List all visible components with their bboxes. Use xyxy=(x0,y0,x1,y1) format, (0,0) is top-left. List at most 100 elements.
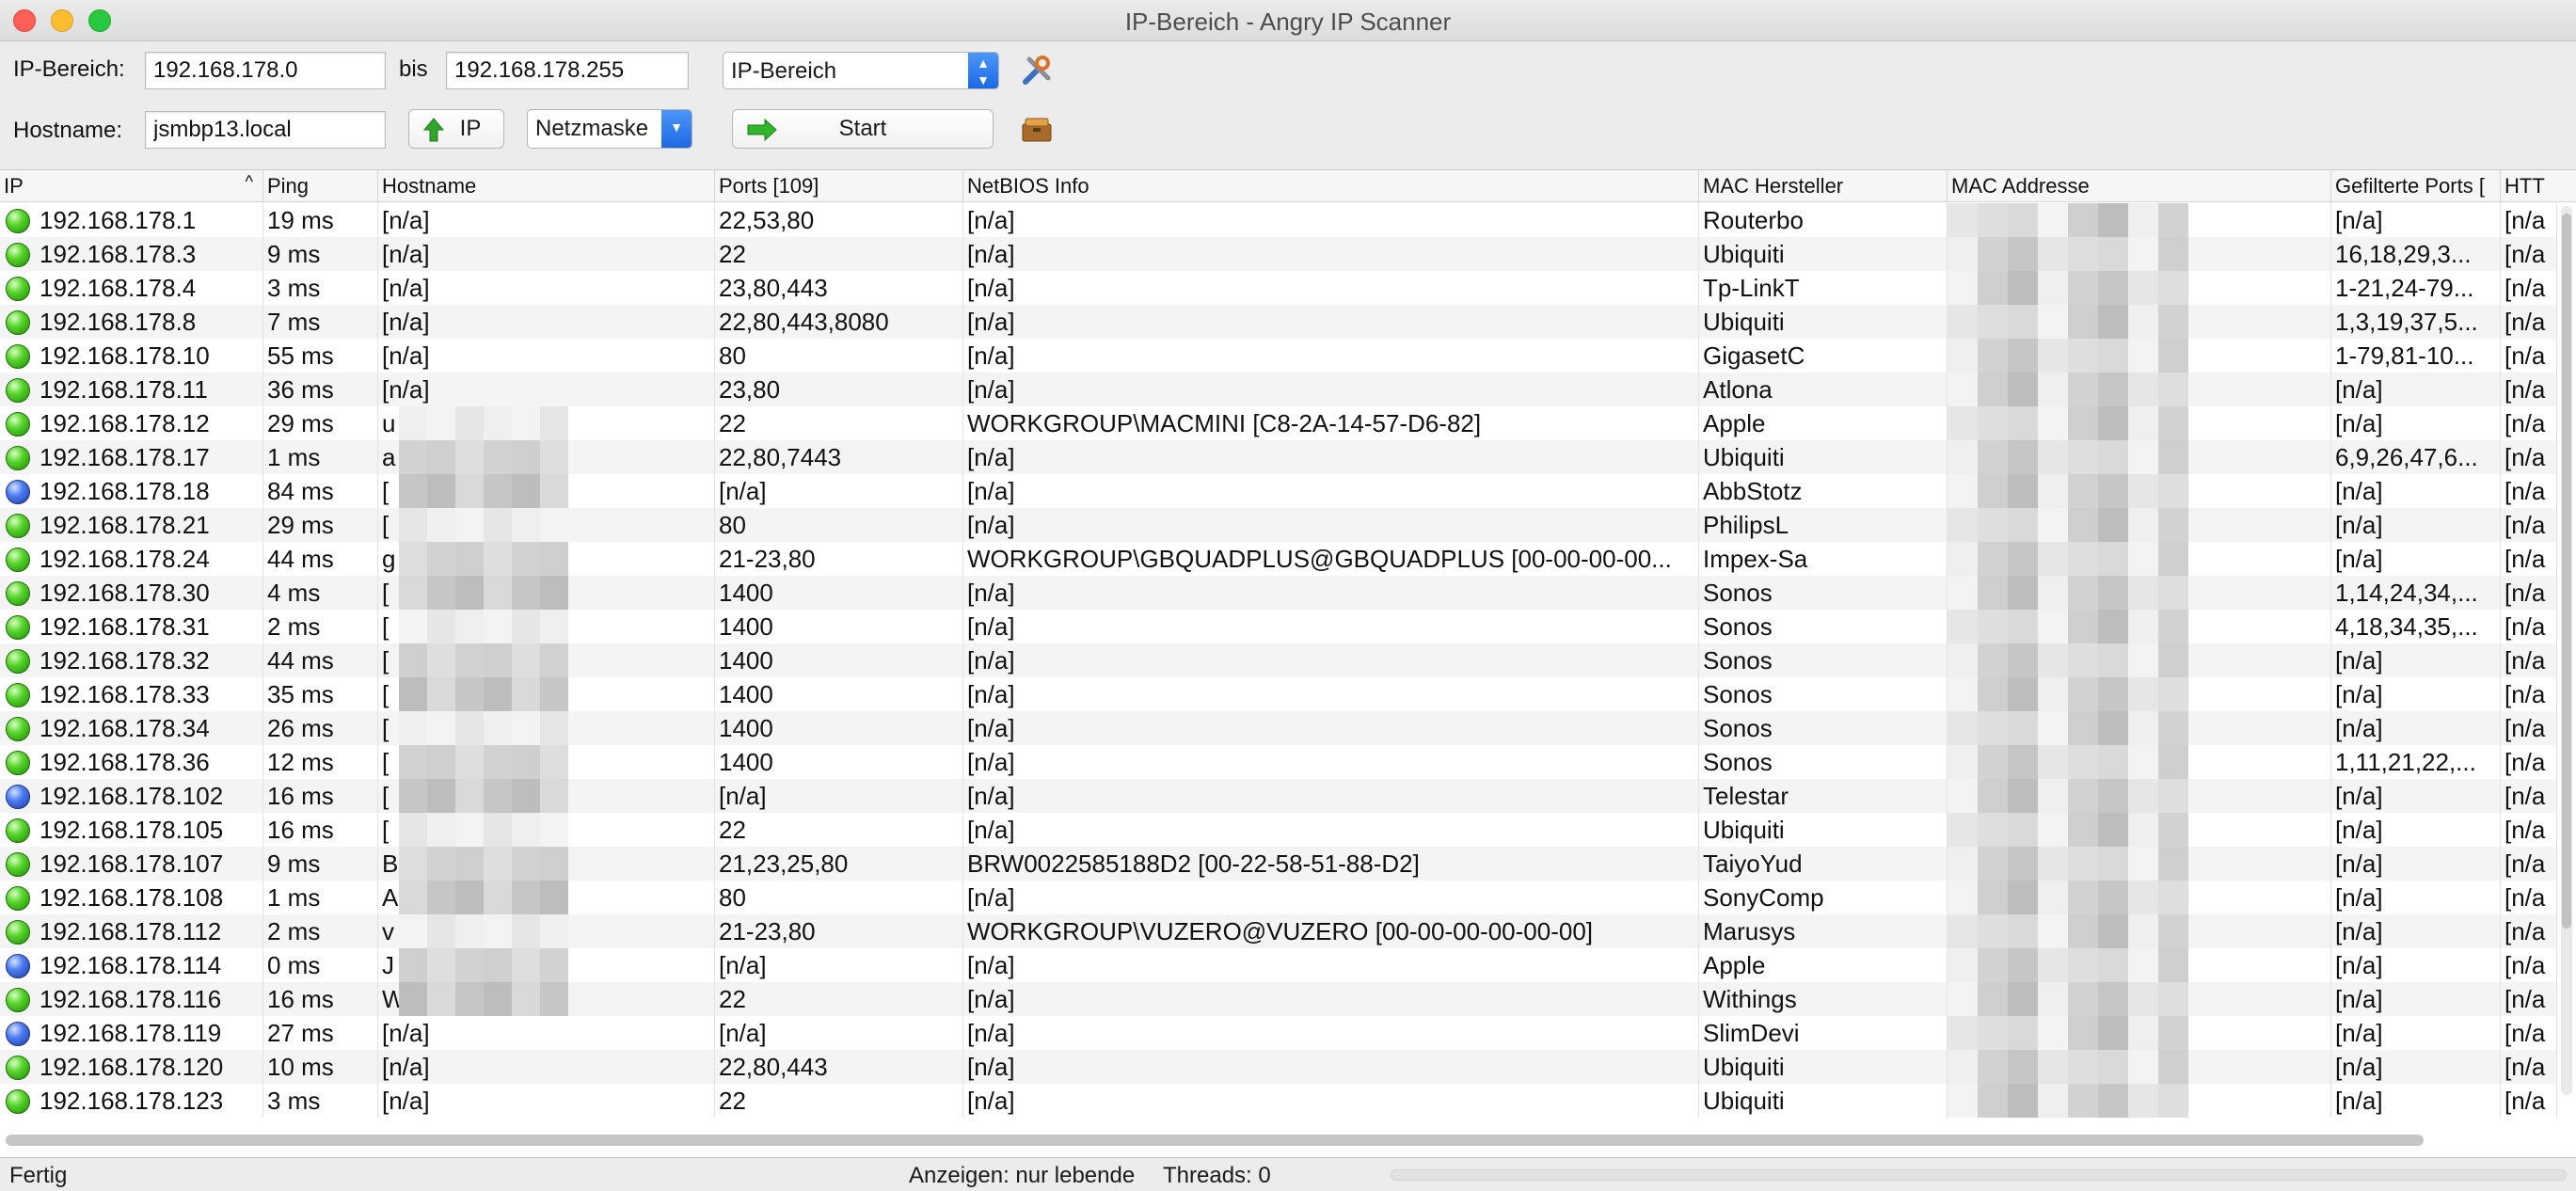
redaction-block xyxy=(1978,813,2008,847)
cell-http: [n/a xyxy=(2501,373,2557,406)
redaction-block xyxy=(540,440,568,474)
table-row[interactable]: 192.168.178.8 7 ms [n/a] 22,80,443,8080 [n/a… xyxy=(0,305,2557,339)
redaction-block xyxy=(2008,914,2038,948)
ip-up-button[interactable]: IP xyxy=(408,109,504,149)
table-row[interactable]: 192.168.178.102 16 ms[[n/a] [n/a] Telestar[… xyxy=(0,779,2557,813)
netmask-select[interactable]: Netzmaske ▼ xyxy=(527,109,692,149)
table-row[interactable]: 192.168.178.108 1 ms A 80 [n/a] SonyComp [n/a]… xyxy=(0,881,2557,914)
cell-http: [n/a xyxy=(2501,677,2557,711)
redaction-block xyxy=(1948,745,1978,779)
range-start-input[interactable] xyxy=(145,52,386,89)
redaction-block xyxy=(540,711,568,745)
host-alive-icon xyxy=(6,615,30,640)
cell-ports: 22 xyxy=(715,1084,963,1118)
column-header-mac-vendor[interactable]: MAC Hersteller xyxy=(1699,170,1948,202)
redaction-block xyxy=(1978,643,2008,677)
redaction-block xyxy=(2158,271,2188,305)
cell-http: [n/a xyxy=(2501,643,2557,677)
start-button-label: Start xyxy=(838,116,887,141)
table-row[interactable]: 192.168.178.21 29 ms[80 [n/a] PhilipsL [n/a]… xyxy=(0,508,2557,542)
redaction-block xyxy=(2008,237,2038,271)
table-row[interactable]: 192.168.178.114 0 ms J [n/a] [n/a] Apple [n/a]… xyxy=(0,948,2557,982)
cell-ip: 192.168.178.17 xyxy=(0,440,263,474)
range-end-input[interactable] xyxy=(446,52,689,89)
cell-ping: 9 ms xyxy=(263,237,378,271)
table-row[interactable]: 192.168.178.10 55 ms [n/a] 80 [n/a] GigasetC 1… xyxy=(0,339,2557,373)
table-row[interactable]: 192.168.178.107 9 ms B 21,23,25,80 BRW002258… xyxy=(0,847,2557,881)
table-row[interactable]: 192.168.178.3 9 ms [n/a] 22 [n/a] Ubiquiti 16,… xyxy=(0,237,2557,271)
cell-filtered: [n/a] xyxy=(2331,948,2501,982)
table-row[interactable]: 192.168.178.120 10 ms [n/a] 22,80,443 [n/a] U… xyxy=(0,1050,2557,1084)
results-table[interactable]: IP ^ Ping Hostname Ports [109] NetBIOS I… xyxy=(0,169,2576,1157)
redaction-block xyxy=(455,508,484,542)
column-header-ping[interactable]: Ping xyxy=(263,170,378,202)
cell-ping: 35 ms xyxy=(263,677,378,711)
redaction-block xyxy=(484,982,512,1016)
display-filter-status[interactable]: Anzeigen: nur lebende xyxy=(909,1163,1135,1189)
column-header-hostname[interactable]: Hostname xyxy=(378,170,715,202)
feeder-select[interactable]: IP-Bereich ▲ ▼ xyxy=(723,52,999,89)
redaction-block xyxy=(455,677,484,711)
table-row[interactable]: 192.168.178.36 12 ms[1400 [n/a] Sonos 1,11,2… xyxy=(0,745,2557,779)
cell-vendor: AbbStotz xyxy=(1699,474,1948,508)
redaction-block xyxy=(2008,271,2038,305)
table-row[interactable]: 192.168.178.4 3 ms [n/a] 23,80,443 [n/a] Tp-L… xyxy=(0,271,2557,305)
table-row[interactable]: 192.168.178.32 44 ms[1400 [n/a] Sonos [n/a][… xyxy=(0,643,2557,677)
table-row[interactable]: 192.168.178.30 4 ms[1400 [n/a] Sonos 1,14,24… xyxy=(0,576,2557,610)
redaction-block xyxy=(2128,406,2158,440)
table-row[interactable]: 192.168.178.12 29 ms u 22 WORKGROUP\MACMINI … xyxy=(0,406,2557,440)
cell-ping: 12 ms xyxy=(263,745,378,779)
table-row[interactable]: 192.168.178.31 2 ms[1400 [n/a] Sonos 4,18,34… xyxy=(0,610,2557,643)
redaction-block xyxy=(512,440,540,474)
cell-ports: 1400 xyxy=(715,610,963,643)
cell-ping: 2 ms xyxy=(263,610,378,643)
table-row[interactable]: 192.168.178.112 2 ms v 21-23,80 WORKGROUP\VU… xyxy=(0,914,2557,948)
redaction-block xyxy=(2008,406,2038,440)
vertical-scrollbar-thumb[interactable] xyxy=(2562,214,2571,929)
table-row[interactable]: 192.168.178.105 16 ms[22 [n/a] Ubiquiti [n/a… xyxy=(0,813,2557,847)
table-row[interactable]: 192.168.178.1 19 ms [n/a] 22,53,80 [n/a] Rout… xyxy=(0,203,2557,237)
cell-mac-address-redacted xyxy=(1948,305,2331,339)
fetchers-icon[interactable] xyxy=(1020,113,1054,150)
cell-host: [n/a] xyxy=(378,373,715,406)
redaction-block xyxy=(484,440,512,474)
horizontal-scrollbar[interactable] xyxy=(6,1135,2424,1146)
redaction-block xyxy=(2128,779,2158,813)
cell-ports: [n/a] xyxy=(715,948,963,982)
cell-http: [n/a xyxy=(2501,914,2557,948)
vertical-scrollbar[interactable] xyxy=(2561,206,2572,1095)
redaction-block xyxy=(2158,643,2188,677)
redaction-block xyxy=(2068,406,2098,440)
column-header-netbios[interactable]: NetBIOS Info xyxy=(963,170,1699,202)
column-header-ports[interactable]: Ports [109] xyxy=(715,170,963,202)
hostname-input[interactable] xyxy=(145,111,386,149)
table-row[interactable]: 192.168.178.11 36 ms [n/a] 23,80 [n/a] Atlona… xyxy=(0,373,2557,406)
redaction-block xyxy=(512,847,540,881)
arrow-up-icon xyxy=(422,117,445,150)
column-header-http[interactable]: HTT xyxy=(2501,170,2576,202)
start-button[interactable]: Start xyxy=(732,109,994,149)
table-row[interactable]: 192.168.178.24 44 ms g 21-23,80 WORKGROUP\GB… xyxy=(0,542,2557,576)
redaction-block xyxy=(2008,1084,2038,1118)
column-header-ip[interactable]: IP ^ xyxy=(0,170,263,202)
table-row[interactable]: 192.168.178.33 35 ms[1400 [n/a] Sonos [n/a][… xyxy=(0,677,2557,711)
redaction-block xyxy=(484,745,512,779)
table-row[interactable]: 192.168.178.116 16 ms W 22 [n/a] Withings [n/a… xyxy=(0,982,2557,1016)
redaction-block xyxy=(455,881,484,914)
redaction-block xyxy=(1978,779,2008,813)
redaction-block xyxy=(1978,373,2008,406)
table-row[interactable]: 192.168.178.17 1 ms a 22,80,7443 [n/a] Ubiqui… xyxy=(0,440,2557,474)
table-row[interactable]: 192.168.178.123 3 ms [n/a] 22 [n/a] Ubiquiti[… xyxy=(0,1084,2557,1118)
table-row[interactable]: 192.168.178.18 84 ms[[n/a] [n/a] AbbStotz [n… xyxy=(0,474,2557,508)
table-row[interactable]: 192.168.178.119 27 ms [n/a] [n/a] [n/a] SlimD… xyxy=(0,1016,2557,1050)
table-row[interactable]: 192.168.178.34 26 ms[1400 [n/a] Sonos [n/a][… xyxy=(0,711,2557,745)
redaction-block xyxy=(1948,474,1978,508)
cell-mac-address-redacted xyxy=(1948,1050,2331,1084)
preferences-icon[interactable] xyxy=(1020,54,1054,92)
column-header-filtered-ports[interactable]: Gefilterte Ports [ xyxy=(2331,170,2501,202)
column-header-mac-address[interactable]: MAC Addresse xyxy=(1948,170,2331,202)
cell-ping: 1 ms xyxy=(263,881,378,914)
redaction-block xyxy=(2158,1084,2188,1118)
redaction-block xyxy=(2038,373,2068,406)
redaction-block xyxy=(2128,440,2158,474)
